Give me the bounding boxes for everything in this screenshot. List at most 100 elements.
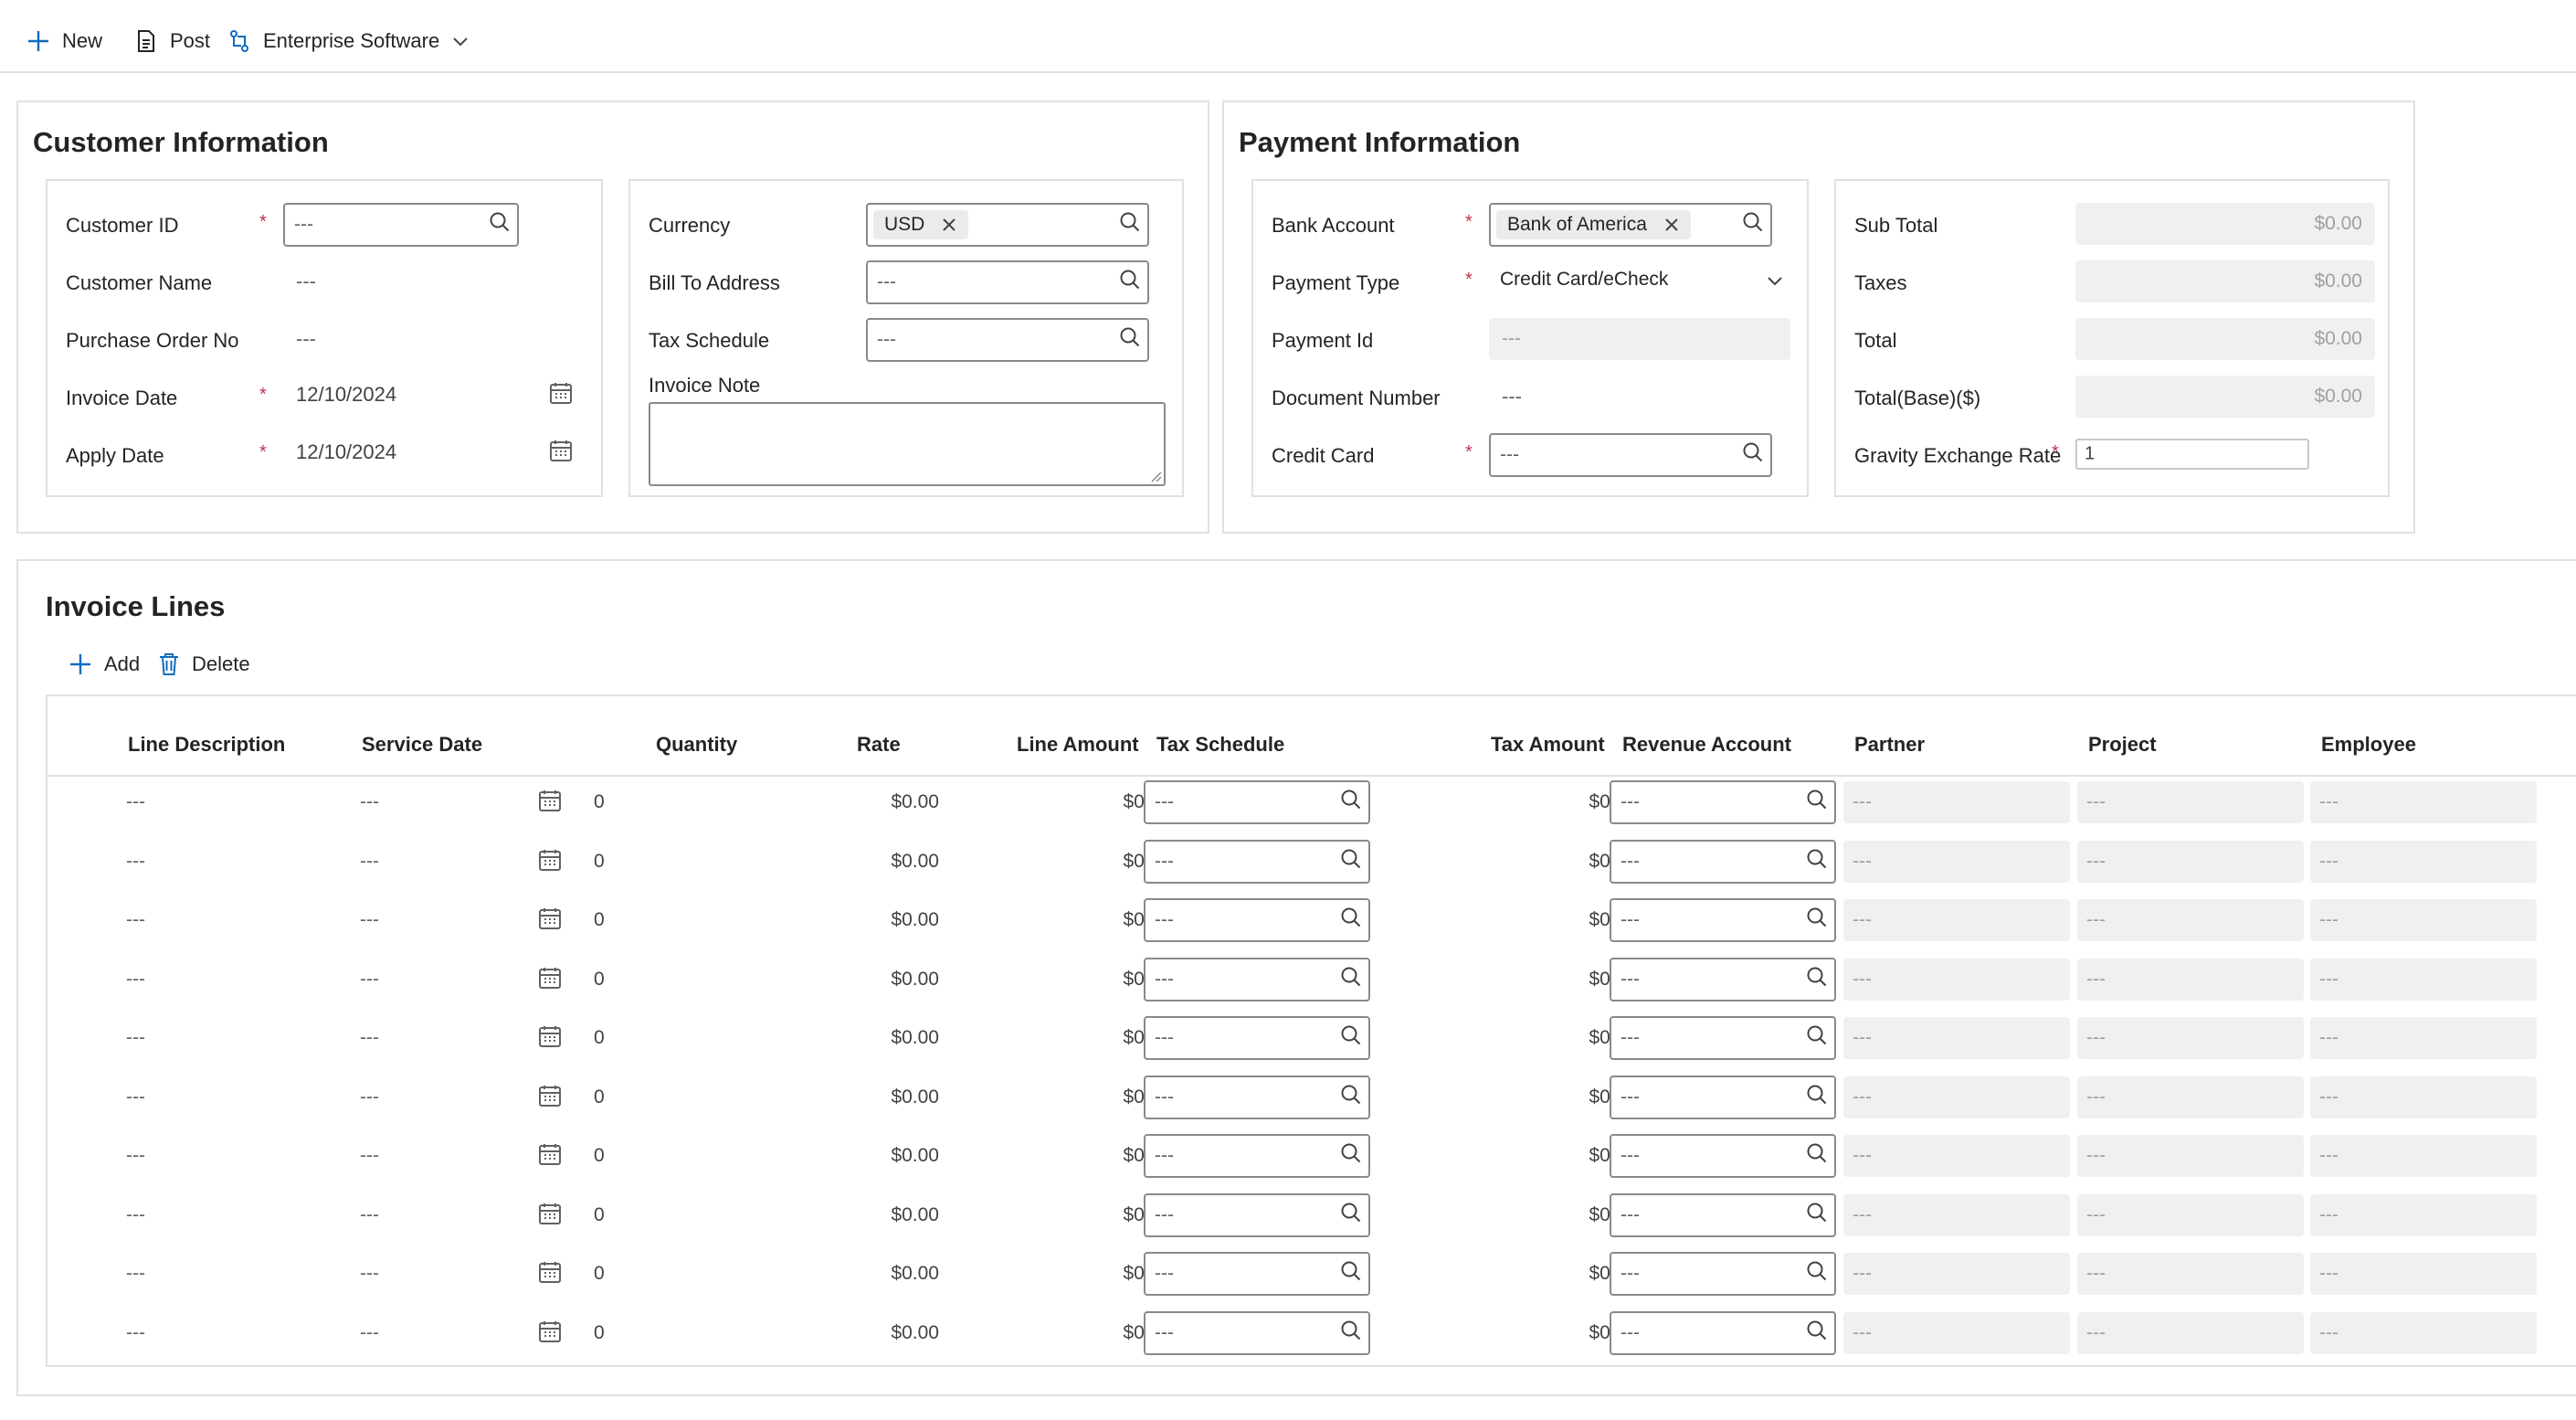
- search-icon[interactable]: [1805, 847, 1829, 871]
- quantity-cell[interactable]: 0: [594, 851, 605, 873]
- column-header-tax-amount[interactable]: Tax Amount: [1491, 733, 1605, 757]
- line-description-cell[interactable]: ---: [126, 851, 145, 873]
- delete-line-button[interactable]: Delete: [157, 649, 250, 680]
- quantity-cell[interactable]: 0: [594, 1322, 605, 1344]
- search-icon[interactable]: [1339, 906, 1363, 929]
- invoice-note-textarea[interactable]: [649, 402, 1166, 486]
- quantity-cell[interactable]: 0: [594, 969, 605, 991]
- service-date-cell[interactable]: ---: [360, 909, 379, 931]
- search-icon[interactable]: [1805, 788, 1829, 811]
- rate-cell[interactable]: $0.00: [891, 1027, 939, 1049]
- table-row[interactable]: ------0$0.00$0.00---$0.00------------: [48, 1304, 2576, 1362]
- credit-card-lookup[interactable]: ---: [1489, 433, 1772, 477]
- new-button[interactable]: New: [26, 26, 102, 57]
- search-icon[interactable]: [1118, 325, 1142, 349]
- search-icon[interactable]: [1118, 268, 1142, 291]
- line-description-cell[interactable]: ---: [126, 1204, 145, 1226]
- quantity-cell[interactable]: 0: [594, 909, 605, 931]
- quantity-cell[interactable]: 0: [594, 1145, 605, 1167]
- calendar-icon[interactable]: [537, 1259, 563, 1285]
- rate-cell[interactable]: $0.00: [891, 1204, 939, 1226]
- table-row[interactable]: ------0$0.00$0.00---$0.00------------: [48, 1009, 2576, 1067]
- column-header-revenue-account[interactable]: Revenue Account: [1622, 733, 1791, 757]
- search-icon[interactable]: [1339, 1259, 1363, 1283]
- revenue-account-cell-lookup[interactable]: ---: [1610, 1252, 1836, 1296]
- search-icon[interactable]: [1339, 965, 1363, 989]
- service-date-cell[interactable]: ---: [360, 1263, 379, 1285]
- calendar-icon[interactable]: [537, 1319, 563, 1344]
- company-switcher[interactable]: Enterprise Software: [227, 26, 470, 57]
- service-date-cell[interactable]: ---: [360, 1086, 379, 1108]
- tax-schedule-cell-lookup[interactable]: ---: [1144, 1310, 1370, 1355]
- apply-date-value[interactable]: 12/10/2024: [296, 440, 396, 464]
- revenue-account-cell-lookup[interactable]: ---: [1610, 780, 1836, 824]
- rate-cell[interactable]: $0.00: [891, 851, 939, 873]
- revenue-account-cell-lookup[interactable]: ---: [1610, 1310, 1836, 1355]
- quantity-cell[interactable]: 0: [594, 1204, 605, 1226]
- table-row[interactable]: ------0$0.00$0.00---$0.00------------: [48, 950, 2576, 1009]
- search-icon[interactable]: [1805, 1259, 1829, 1283]
- bank-account-lookup[interactable]: Bank of America: [1489, 203, 1772, 247]
- search-icon[interactable]: [1339, 788, 1363, 811]
- calendar-icon[interactable]: [537, 1083, 563, 1108]
- bank-account-tag[interactable]: Bank of America: [1496, 210, 1691, 239]
- search-icon[interactable]: [1118, 210, 1142, 234]
- service-date-cell[interactable]: ---: [360, 851, 379, 873]
- tax-schedule-cell-lookup[interactable]: ---: [1144, 1252, 1370, 1296]
- tax-schedule-cell-lookup[interactable]: ---: [1144, 1192, 1370, 1237]
- search-icon[interactable]: [1805, 906, 1829, 929]
- line-description-cell[interactable]: ---: [126, 791, 145, 813]
- search-icon[interactable]: [1339, 1083, 1363, 1107]
- payment-type-dropdown[interactable]: Credit Card/eCheck: [1489, 260, 1792, 302]
- search-icon[interactable]: [1805, 1083, 1829, 1107]
- search-icon[interactable]: [1339, 1201, 1363, 1224]
- revenue-account-cell-lookup[interactable]: ---: [1610, 839, 1836, 884]
- column-header-line-amount[interactable]: Line Amount: [1017, 733, 1139, 757]
- table-row[interactable]: ------0$0.00$0.00---$0.00------------: [48, 1186, 2576, 1245]
- currency-lookup[interactable]: USD: [866, 203, 1149, 247]
- search-icon[interactable]: [1339, 1141, 1363, 1165]
- tax-schedule-lookup[interactable]: ---: [866, 318, 1149, 362]
- line-description-cell[interactable]: ---: [126, 1027, 145, 1049]
- revenue-account-cell-lookup[interactable]: ---: [1610, 1192, 1836, 1237]
- rate-cell[interactable]: $0.00: [891, 1263, 939, 1285]
- column-header-rate[interactable]: Rate: [857, 733, 901, 757]
- revenue-account-cell-lookup[interactable]: ---: [1610, 1134, 1836, 1178]
- close-icon[interactable]: [941, 217, 957, 233]
- revenue-account-cell-lookup[interactable]: ---: [1610, 898, 1836, 942]
- calendar-icon[interactable]: [537, 1141, 563, 1167]
- add-line-button[interactable]: Add: [68, 649, 140, 680]
- rate-cell[interactable]: $0.00: [891, 1145, 939, 1167]
- calendar-icon[interactable]: [537, 847, 563, 873]
- rate-cell[interactable]: $0.00: [891, 791, 939, 813]
- calendar-icon[interactable]: [548, 438, 574, 463]
- calendar-icon[interactable]: [537, 906, 563, 931]
- column-header-employee[interactable]: Employee: [2321, 733, 2416, 757]
- revenue-account-cell-lookup[interactable]: ---: [1610, 957, 1836, 1001]
- quantity-cell[interactable]: 0: [594, 1263, 605, 1285]
- search-icon[interactable]: [1805, 1023, 1829, 1047]
- column-header-project[interactable]: Project: [2088, 733, 2157, 757]
- search-icon[interactable]: [1805, 965, 1829, 989]
- table-row[interactable]: ------0$0.00$0.00---$0.00------------: [48, 1068, 2576, 1127]
- tax-schedule-cell-lookup[interactable]: ---: [1144, 898, 1370, 942]
- table-row[interactable]: ------0$0.00$0.00---$0.00------------: [48, 1245, 2576, 1303]
- quantity-cell[interactable]: 0: [594, 791, 605, 813]
- calendar-icon[interactable]: [537, 965, 563, 991]
- invoice-date-value[interactable]: 12/10/2024: [296, 383, 396, 407]
- column-header-partner[interactable]: Partner: [1854, 733, 1925, 757]
- revenue-account-cell-lookup[interactable]: ---: [1610, 1075, 1836, 1119]
- search-icon[interactable]: [1805, 1141, 1829, 1165]
- tax-schedule-cell-lookup[interactable]: ---: [1144, 1075, 1370, 1119]
- line-description-cell[interactable]: ---: [126, 909, 145, 931]
- service-date-cell[interactable]: ---: [360, 969, 379, 991]
- line-description-cell[interactable]: ---: [126, 1322, 145, 1344]
- calendar-icon[interactable]: [537, 788, 563, 813]
- rate-cell[interactable]: $0.00: [891, 1086, 939, 1108]
- column-header-tax-schedule[interactable]: Tax Schedule: [1156, 733, 1284, 757]
- tax-schedule-cell-lookup[interactable]: ---: [1144, 780, 1370, 824]
- search-icon[interactable]: [1339, 847, 1363, 871]
- service-date-cell[interactable]: ---: [360, 1322, 379, 1344]
- revenue-account-cell-lookup[interactable]: ---: [1610, 1016, 1836, 1060]
- post-button[interactable]: Post: [133, 26, 210, 57]
